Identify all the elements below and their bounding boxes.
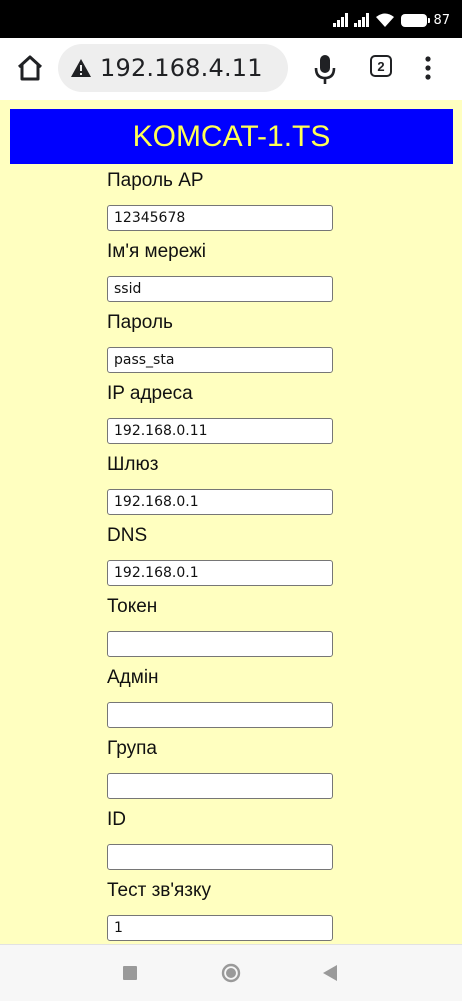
page-content: KOMCAT-1.TS Пароль AP 12345678 Ім'я мере… [0, 100, 462, 944]
field-gateway: Шлюз 192.168.0.1 [107, 454, 347, 525]
ap-password-input[interactable]: 12345678 [107, 205, 333, 231]
field-token: Токен [107, 596, 347, 667]
field-label: DNS [107, 525, 148, 546]
group-input[interactable] [107, 773, 333, 799]
field-label: Токен [107, 596, 158, 617]
status-bar: 87 [0, 0, 462, 38]
password-input[interactable]: pass_sta [107, 347, 333, 373]
home-icon[interactable] [14, 52, 46, 84]
page-title: KOMCAT-1.TS [132, 119, 331, 153]
not-secure-warning-icon[interactable] [70, 58, 92, 78]
field-label: Група [107, 738, 157, 759]
battery-icon [401, 13, 431, 27]
field-ap-password: Пароль AP 12345678 [107, 170, 347, 241]
page-title-banner: KOMCAT-1.TS [10, 109, 453, 164]
field-admin: Адмін [107, 667, 347, 738]
field-label: Шлюз [107, 454, 159, 475]
network-name-input[interactable]: ssid [107, 276, 333, 302]
field-ip-address: IP адреса 192.168.0.11 [107, 383, 347, 454]
back-icon[interactable] [322, 964, 338, 982]
browser-toolbar: 192.168.4.11 2 [0, 38, 462, 100]
status-icons: 87 [333, 10, 450, 30]
field-label: IP адреса [107, 383, 193, 404]
admin-input[interactable] [107, 702, 333, 728]
microphone-icon[interactable] [310, 52, 340, 86]
field-label: Тест зв'язку [107, 880, 212, 901]
field-password: Пароль pass_sta [107, 312, 347, 383]
token-input[interactable] [107, 631, 333, 657]
field-group: Група [107, 738, 347, 809]
settings-form: Пароль AP 12345678 Ім'я мережі ssid Паро… [107, 170, 347, 944]
battery-percent: 87 [433, 12, 450, 28]
field-label: Пароль [107, 312, 173, 333]
wifi-icon [376, 13, 395, 27]
field-label: Ім'я мережі [107, 241, 207, 262]
address-bar[interactable]: 192.168.4.11 [58, 44, 288, 92]
url-text[interactable]: 192.168.4.11 [100, 54, 263, 82]
more-menu-icon[interactable] [422, 54, 434, 82]
home-circle-icon[interactable] [221, 963, 241, 983]
dns-input[interactable]: 192.168.0.1 [107, 560, 333, 586]
connection-test-input[interactable]: 1 [107, 915, 333, 941]
field-connection-test: Тест зв'язку 1 [107, 880, 347, 944]
system-nav-bar [0, 944, 462, 1001]
tab-switcher-button[interactable]: 2 [370, 55, 392, 77]
field-dns: DNS 192.168.0.1 [107, 525, 347, 596]
field-label: ID [107, 809, 126, 830]
recents-icon[interactable] [123, 966, 137, 980]
gateway-input[interactable]: 192.168.0.1 [107, 489, 333, 515]
signal-icon [333, 13, 349, 27]
ip-address-input[interactable]: 192.168.0.11 [107, 418, 333, 444]
field-id: ID [107, 809, 347, 880]
field-label: Адмін [107, 667, 159, 688]
id-input[interactable] [107, 844, 333, 870]
field-network-name: Ім'я мережі ssid [107, 241, 347, 312]
field-label: Пароль AP [107, 170, 204, 191]
signal-icon-2 [354, 13, 370, 27]
